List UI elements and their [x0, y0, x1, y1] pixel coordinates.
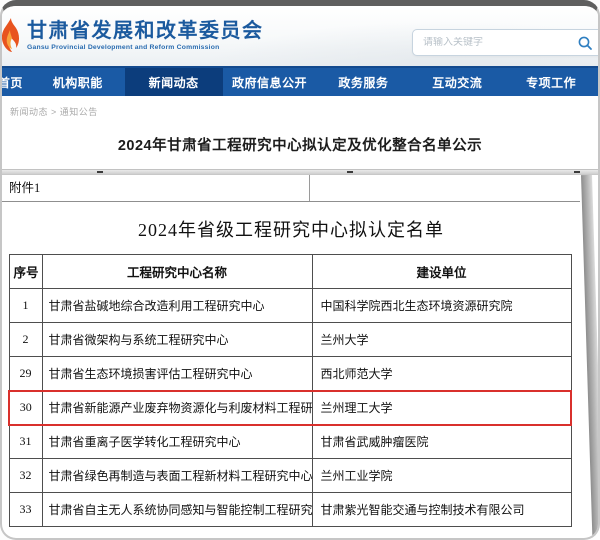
nav-item-1[interactable]: 机构职能 [31, 68, 125, 96]
recognition-table: 序号 工程研究中心名称 建设单位 1甘肃省盐碱地综合改造利用工程研究中心中国科学… [8, 254, 572, 527]
cell-name: 甘肃省新能源产业废弃物资源化与利废材料工程研究中心 [42, 391, 312, 425]
nav-item-0[interactable]: 首页 [0, 68, 31, 96]
col-header-no: 序号 [9, 255, 42, 289]
cell-no: 29 [9, 357, 42, 391]
cell-no: 30 [9, 391, 42, 425]
table-row: 2甘肃省微架构与系统工程研究中心兰州大学 [9, 323, 571, 357]
divider-tick [97, 171, 103, 173]
grid-line [309, 175, 310, 201]
cell-unit: 甘肃省武威肿瘤医院 [312, 425, 571, 459]
cell-no: 32 [9, 459, 42, 493]
site-logo[interactable]: 甘肃省发展和改革委员会 Gansu Provincial Development… [2, 16, 264, 54]
cell-unit: 兰州工业学院 [312, 459, 571, 493]
cell-unit: 兰州理工大学 [312, 391, 571, 425]
search-icon[interactable] [577, 35, 593, 51]
nav-item-2[interactable]: 新闻动态 [125, 68, 223, 96]
cell-name: 甘肃省重离子医学转化工程研究中心 [42, 425, 312, 459]
cell-unit: 兰州大学 [312, 323, 571, 357]
page-title: 2024年甘肃省工程研究中心拟认定及优化整合名单公示 [2, 134, 598, 155]
main-nav: 首页机构职能新闻动态政府信息公开政务服务互动交流专项工作 [2, 66, 598, 96]
cell-name: 甘肃省自主无人系统协同感知与智能控制工程研究中心 [42, 493, 312, 527]
document-page-edge [581, 175, 600, 540]
cell-unit: 西北师范大学 [312, 357, 571, 391]
nav-item-4[interactable]: 政务服务 [316, 68, 410, 96]
nav-item-6[interactable]: 专项工作 [504, 68, 598, 96]
cell-name: 甘肃省生态环境损害评估工程研究中心 [42, 357, 312, 391]
table-row: 32甘肃省绿色再制造与表面工程新材料工程研究中心兰州工业学院 [9, 459, 571, 493]
search-input[interactable] [413, 37, 600, 48]
table-row: 33甘肃省自主无人系统协同感知与智能控制工程研究中心甘肃紫光智能交通与控制技术有… [9, 493, 571, 527]
cell-name: 甘肃省微架构与系统工程研究中心 [42, 323, 312, 357]
search-box [412, 29, 600, 56]
table-row: 1甘肃省盐碱地综合改造利用工程研究中心中国科学院西北生态环境资源研究院 [9, 289, 571, 323]
divider-tick [347, 171, 353, 173]
site-title: 甘肃省发展和改革委员会 [27, 20, 264, 42]
attachment-document: 附件1 2024年省级工程研究中心拟认定名单 序号 工程研究中心名称 建设单位 … [2, 175, 598, 527]
breadcrumb[interactable]: 新闻动态 > 通知公告 [2, 96, 598, 118]
table-row: 30甘肃省新能源产业废弃物资源化与利废材料工程研究中心兰州理工大学 [9, 391, 571, 425]
cell-unit: 甘肃紫光智能交通与控制技术有限公司 [312, 493, 571, 527]
cell-name: 甘肃省盐碱地综合改造利用工程研究中心 [42, 289, 312, 323]
site-subtitle: Gansu Provincial Development and Reform … [27, 44, 264, 51]
attachment-label-row: 附件1 [2, 175, 580, 202]
document-title: 2024年省级工程研究中心拟认定名单 [2, 202, 580, 254]
cell-name: 甘肃省绿色再制造与表面工程新材料工程研究中心 [42, 459, 312, 493]
nav-item-5[interactable]: 互动交流 [410, 68, 504, 96]
divider-tick [574, 171, 580, 173]
browser-screenshot-frame: 甘肃省发展和改革委员会 Gansu Provincial Development… [0, 0, 600, 540]
site-header: 甘肃省发展和改革委员会 Gansu Provincial Development… [2, 6, 598, 66]
cell-no: 31 [9, 425, 42, 459]
table-row: 29甘肃省生态环境损害评估工程研究中心西北师范大学 [9, 357, 571, 391]
cell-no: 2 [9, 323, 42, 357]
flame-logo-icon [0, 16, 23, 54]
cell-no: 1 [9, 289, 42, 323]
attachment-label: 附件1 [9, 181, 40, 195]
col-header-name: 工程研究中心名称 [42, 255, 312, 289]
table-row: 31甘肃省重离子医学转化工程研究中心甘肃省武威肿瘤医院 [9, 425, 571, 459]
cell-unit: 中国科学院西北生态环境资源研究院 [312, 289, 571, 323]
col-header-unit: 建设单位 [312, 255, 571, 289]
logo-text: 甘肃省发展和改革委员会 Gansu Provincial Development… [27, 20, 264, 51]
table-body: 1甘肃省盐碱地综合改造利用工程研究中心中国科学院西北生态环境资源研究院2甘肃省微… [9, 289, 571, 527]
table-header-row: 序号 工程研究中心名称 建设单位 [9, 255, 571, 289]
cell-no: 33 [9, 493, 42, 527]
nav-item-3[interactable]: 政府信息公开 [223, 68, 317, 96]
